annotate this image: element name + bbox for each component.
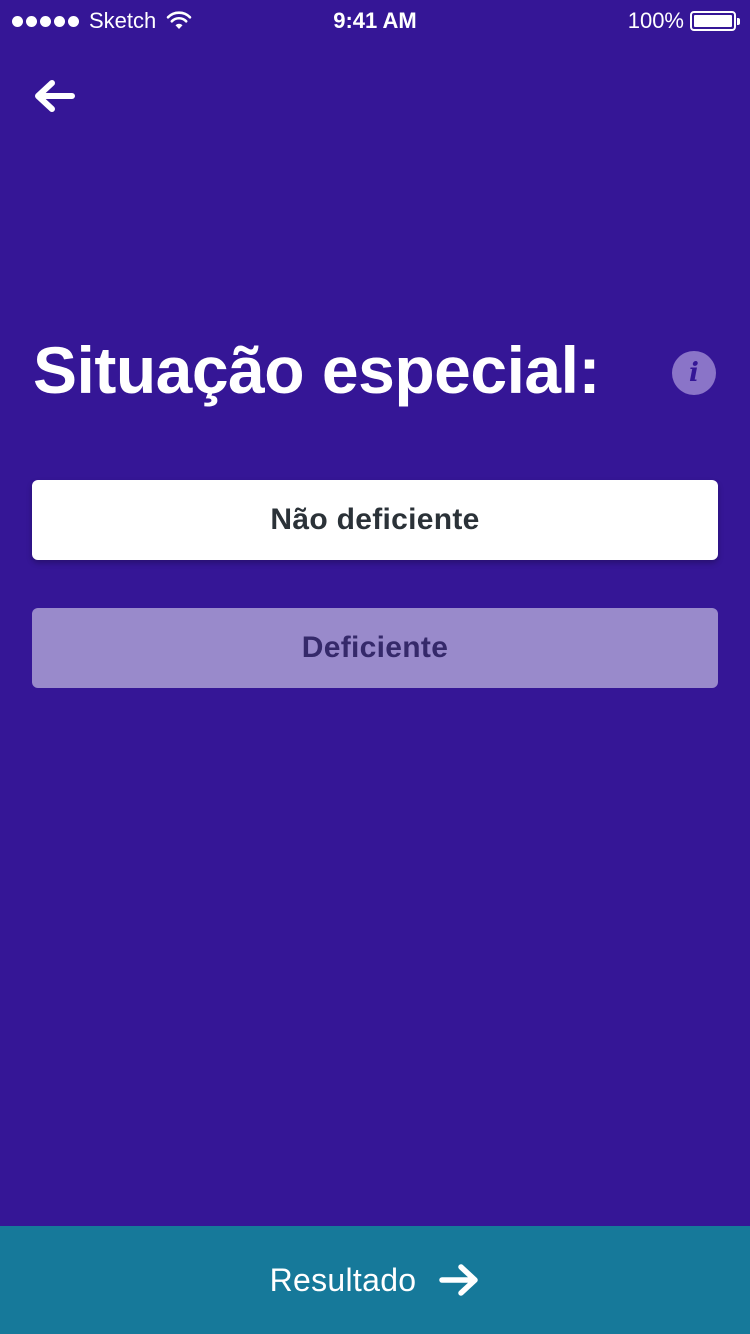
result-button-label: Resultado <box>269 1261 417 1298</box>
page-title: Situação especial: <box>33 333 600 407</box>
info-button[interactable]: i <box>672 351 716 395</box>
status-right: 100% <box>627 8 740 34</box>
status-bar: Sketch 9:41 AM 100% <box>0 0 750 40</box>
option-label: Não deficiente <box>270 503 480 536</box>
option-label: Deficiente <box>301 631 449 664</box>
back-button[interactable] <box>32 76 80 116</box>
battery-percent: 100% <box>627 8 684 33</box>
info-icon: i <box>689 358 699 388</box>
arrow-right-icon <box>439 1264 479 1296</box>
option-nao-deficiente[interactable]: Não deficiente <box>32 480 718 560</box>
arrow-left-icon <box>35 80 75 112</box>
option-deficiente[interactable]: Deficiente <box>32 608 718 688</box>
battery-icon <box>690 11 740 31</box>
result-button[interactable]: Resultado <box>0 1226 750 1334</box>
